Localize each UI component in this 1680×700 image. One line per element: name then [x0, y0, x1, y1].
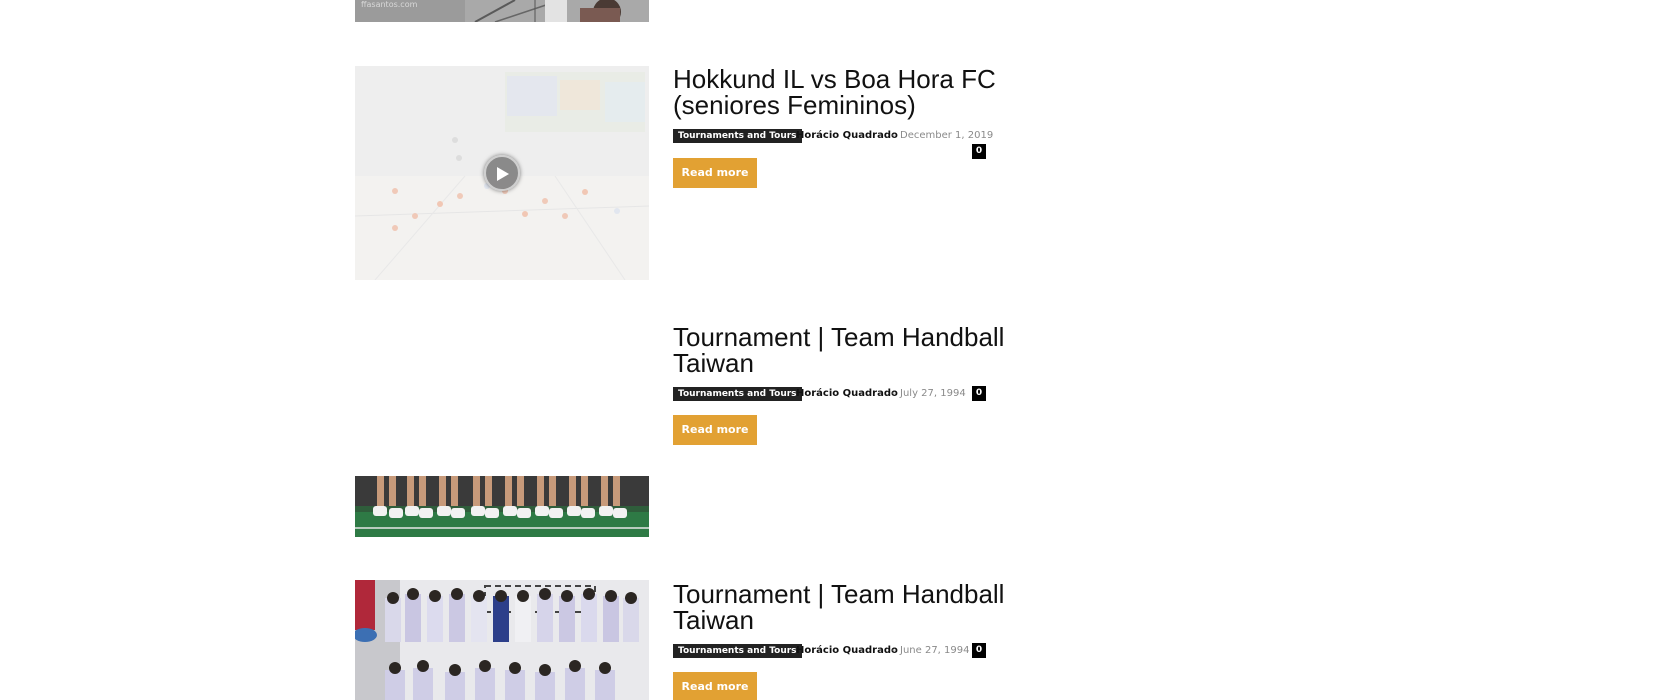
- read-more-button[interactable]: Read more: [673, 415, 757, 445]
- post-thumbnail[interactable]: ffasantos.com: [355, 0, 649, 22]
- thumbnail-image: [355, 580, 649, 700]
- post-date: June 27, 1994: [900, 645, 970, 656]
- post-title[interactable]: Tournament | Team Handball Taiwan: [673, 324, 1013, 376]
- post-title[interactable]: Tournament | Team Handball Taiwan: [673, 581, 1013, 633]
- meta-separator: -: [892, 645, 896, 656]
- post-meta: Tournaments and Tours Horácio Quadrado -…: [673, 386, 988, 402]
- read-more-button[interactable]: Read more: [673, 672, 757, 700]
- post-meta: Tournaments and Tours Horácio Quadrado -…: [673, 128, 993, 144]
- post-author[interactable]: Horácio Quadrado: [796, 643, 898, 659]
- category-badge[interactable]: Tournaments and Tours: [673, 387, 802, 401]
- play-icon: [497, 167, 509, 181]
- post-date: July 27, 1994: [900, 388, 966, 399]
- thumbnail-image: [355, 476, 649, 537]
- video-play-button[interactable]: [484, 155, 520, 191]
- post-list-page: ffasantos.com Hokkund IL vs Boa Hora FC …: [0, 0, 1680, 700]
- comment-count[interactable]: 0: [972, 386, 986, 401]
- post-thumbnail[interactable]: [355, 66, 649, 280]
- post-thumbnail[interactable]: [355, 476, 649, 537]
- post-date: December 1, 2019: [900, 130, 994, 141]
- post-author[interactable]: Horácio Quadrado: [796, 128, 898, 144]
- post-author[interactable]: Horácio Quadrado: [796, 386, 898, 402]
- meta-separator: -: [892, 388, 896, 399]
- post-title[interactable]: Hokkund IL vs Boa Hora FC (seniores Femi…: [673, 66, 1013, 118]
- comment-count[interactable]: 0: [972, 144, 986, 159]
- post-meta: Tournaments and Tours Horácio Quadrado -…: [673, 643, 988, 659]
- post-thumbnail[interactable]: [355, 580, 649, 700]
- comment-count[interactable]: 0: [972, 643, 986, 658]
- read-more-button[interactable]: Read more: [673, 158, 757, 188]
- meta-separator: -: [892, 130, 896, 141]
- category-badge[interactable]: Tournaments and Tours: [673, 644, 802, 658]
- category-badge[interactable]: Tournaments and Tours: [673, 129, 802, 143]
- watermark-text: ffasantos.com: [361, 0, 418, 9]
